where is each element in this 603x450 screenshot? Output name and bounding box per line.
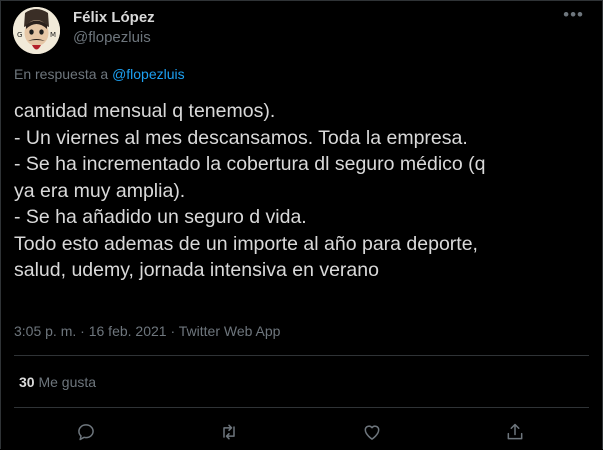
tweet-text-line: cantidad mensual q tenemos). bbox=[14, 100, 276, 122]
share-icon bbox=[507, 423, 523, 440]
tweet-text-line: salud, udemy, jornada intensiva en veran… bbox=[14, 259, 379, 281]
divider bbox=[14, 355, 589, 356]
meta-separator: · bbox=[170, 323, 176, 339]
likes-count: 30 bbox=[19, 374, 35, 390]
tweet-text-line: - Se ha añadido un seguro d vida. bbox=[14, 206, 307, 228]
tweet-card: G M Félix López @flopezluis ••• En respu… bbox=[0, 0, 603, 449]
meta-separator: · bbox=[80, 323, 85, 339]
divider bbox=[14, 407, 589, 408]
heart-icon bbox=[364, 425, 380, 440]
like-button[interactable] bbox=[360, 420, 384, 444]
tweet-text-line: ya era muy amplia). bbox=[14, 179, 186, 202]
avatar[interactable]: G M bbox=[13, 7, 60, 54]
tweet-text-line: Todo esto ademas de un importe al año pa… bbox=[14, 232, 478, 255]
tweet-text: cantidad mensual q tenemos). - Un vierne… bbox=[14, 98, 589, 284]
likes-stat[interactable]: 30 Me gusta bbox=[19, 374, 96, 390]
reply-prefix: En respuesta a bbox=[14, 66, 109, 82]
more-options-icon[interactable]: ••• bbox=[563, 5, 584, 25]
retweet-icon bbox=[223, 424, 235, 440]
author-handle[interactable]: @flopezluis bbox=[73, 29, 151, 46]
reply-button[interactable] bbox=[74, 420, 98, 444]
likes-label: Me gusta bbox=[38, 374, 97, 390]
tweet-text-line: - Un viernes al mes descansamos. Toda la… bbox=[14, 126, 468, 149]
avatar-image: G M bbox=[13, 7, 60, 54]
retweet-button[interactable] bbox=[217, 420, 241, 444]
reply-icon bbox=[78, 424, 94, 441]
tweet-source[interactable]: Twitter Web App bbox=[179, 323, 281, 339]
tweet-text-line: - Se ha incrementado la cobertura dl seg… bbox=[14, 153, 486, 175]
tweet-date[interactable]: 16 feb. 2021 bbox=[89, 323, 167, 339]
svg-text:G: G bbox=[17, 31, 22, 39]
tweet-time[interactable]: 3:05 p. m. bbox=[14, 323, 76, 339]
share-button[interactable] bbox=[503, 420, 527, 444]
reply-mention-link[interactable]: @flopezluis bbox=[112, 66, 185, 82]
author-name[interactable]: Félix López bbox=[73, 9, 155, 26]
svg-text:M: M bbox=[50, 31, 56, 39]
reply-context: En respuesta a @flopezluis bbox=[14, 66, 185, 82]
tweet-metadata: 3:05 p. m. · 16 feb. 2021 · Twitter Web … bbox=[14, 323, 280, 339]
